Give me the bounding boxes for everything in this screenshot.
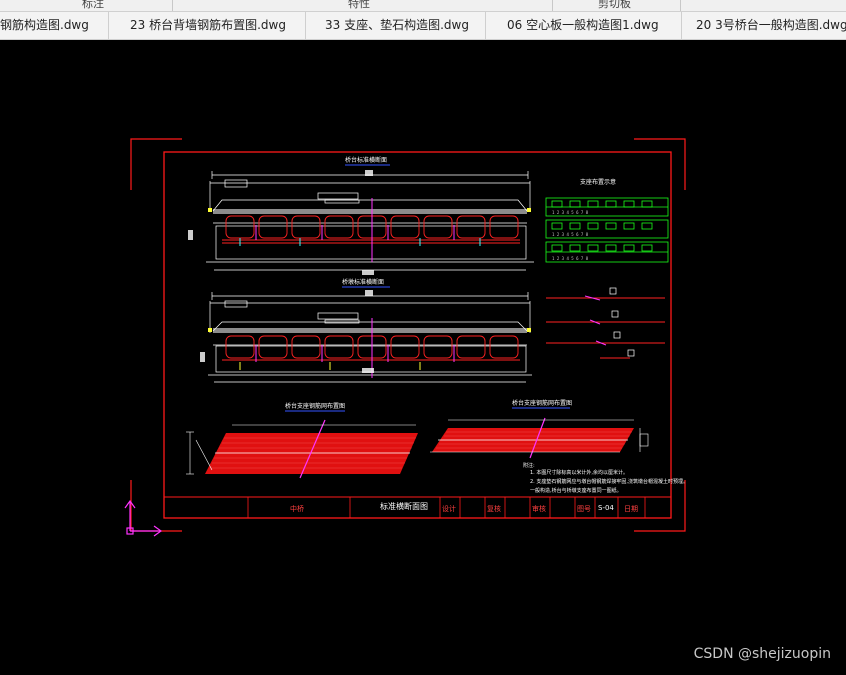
notes-heading: 附注: (523, 462, 535, 469)
watermark: CSDN @shejizuopin (693, 646, 831, 662)
tab-abutment-backwall[interactable]: 23 桥台背墙钢筋布置图.dwg (122, 12, 306, 39)
svg-text:1 2 3 4 5 6 7 8: 1 2 3 4 5 6 7 8 (552, 256, 589, 261)
title-drawing-name: 标准横断面图 (380, 501, 428, 511)
section-title-2: 桥墩标准横断面 (342, 278, 384, 286)
section-title-1: 桥台标准横断面 (345, 156, 387, 164)
cad-model-space[interactable]: 中桥 标准横断面图 设计 复核 审核 图号 S-04 日期 桥台标准横断面 桥墩… (0, 40, 846, 675)
title-design-label: 设计 (442, 504, 456, 513)
ribbon-separator (680, 0, 681, 11)
ribbon-label-clipboard[interactable]: 剪切板 (598, 0, 631, 11)
ribbon-panel-labels: 标注 特性 剪切板 (0, 0, 846, 12)
ribbon-label-properties[interactable]: 特性 (348, 0, 370, 11)
document-tab-bar: 钢筋构造图.dwg 23 桥台背墙钢筋布置图.dwg 33 支座、垫石构造图.d… (0, 12, 846, 40)
tab-hollow-slab[interactable]: 06 空心板一般构造图1.dwg (500, 12, 682, 39)
note-2: 2. 支座垫石钢筋网应与墩台帽钢筋焊接牢固,浇筑墩台帽混凝土时预埋。 (530, 478, 688, 485)
tab-rebar-drawing[interactable]: 钢筋构造图.dwg (0, 12, 109, 39)
svg-text:1 2 3 4 5 6 7 8: 1 2 3 4 5 6 7 8 (552, 232, 589, 237)
title-project: 中桥 (290, 504, 304, 513)
title-figno-label: 图号 (577, 505, 591, 513)
tab-bearing-pad[interactable]: 33 支座、垫石构造图.dwg (318, 12, 486, 39)
svg-text:1 2 3 4 5 6 7 8: 1 2 3 4 5 6 7 8 (552, 210, 589, 215)
plan-title-1: 桥台支座钢筋网布置图 (285, 402, 345, 410)
title-review-label: 复核 (487, 504, 501, 513)
ribbon-separator (552, 0, 553, 11)
title-date-label: 日期 (624, 505, 638, 513)
tab-abutment-3[interactable]: 20 3号桥台一般构造图.dwg (690, 12, 846, 39)
layout-title: 支座布置示意 (580, 178, 616, 186)
ribbon-label-annotation[interactable]: 标注 (82, 0, 104, 11)
note-1: 1. 本图尺寸除标高以米计外,余均以厘米计。 (530, 469, 628, 476)
title-figno: S-04 (598, 504, 614, 512)
title-approve-label: 审核 (532, 504, 546, 513)
note-3: 一般构造,桥台与桥墩支座布置同一图纸。 (530, 487, 622, 494)
ribbon-separator (172, 0, 173, 11)
plan-title-2: 桥台支座钢筋网布置图 (512, 399, 572, 407)
